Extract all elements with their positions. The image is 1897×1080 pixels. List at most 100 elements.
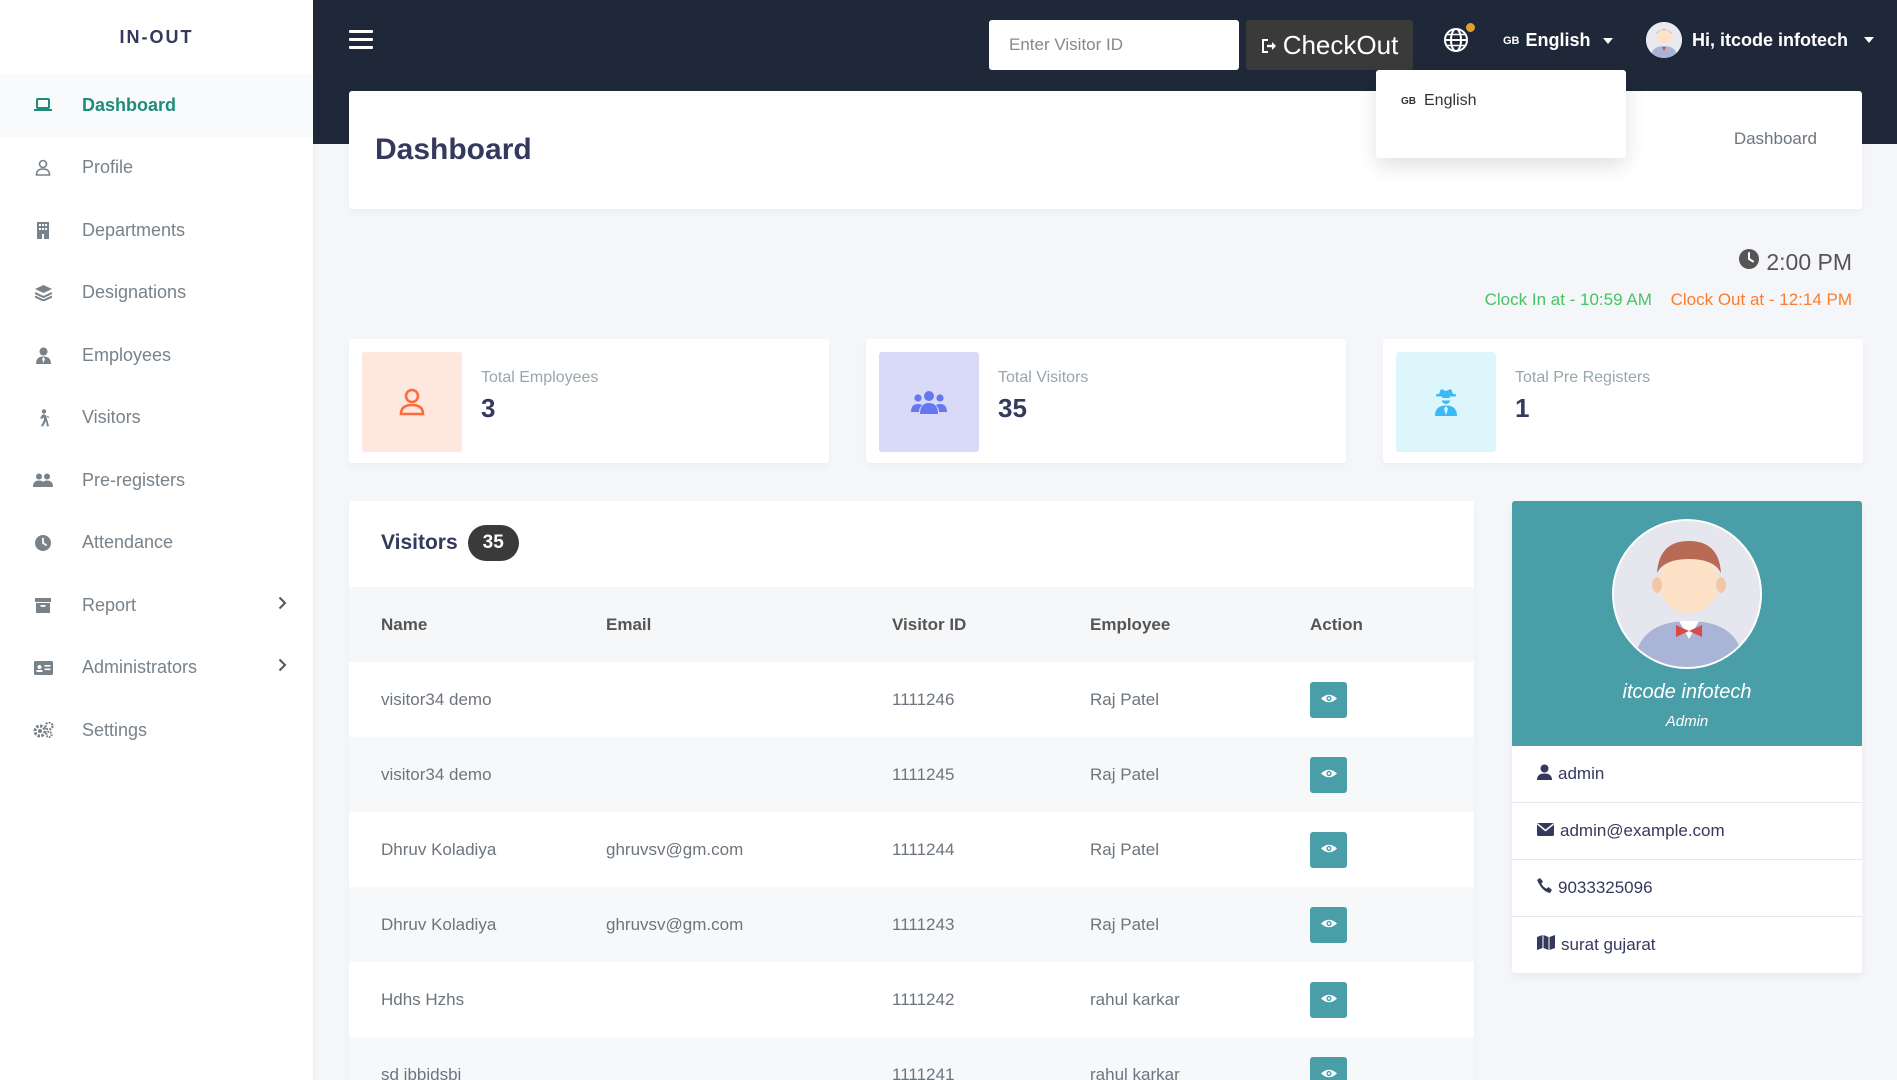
user-tie-icon [32, 344, 54, 366]
flag-gb-icon: GB [1503, 34, 1520, 47]
visitors-table: Name Email Visitor ID Employee Action vi… [349, 587, 1474, 1080]
sidebar-item-label: Departments [82, 219, 186, 240]
walking-icon [32, 407, 54, 429]
table-row: visitor34 demo 1111245 Raj Patel [349, 737, 1474, 812]
visitor-name: Dhruv Koladiya [381, 839, 497, 859]
stat-card-visitors[interactable]: Total Visitors 35 [866, 339, 1346, 463]
sidebar-item-profile[interactable]: Profile [0, 137, 313, 200]
visitor-email [606, 1037, 892, 1080]
current-time: 2:00 PM [1738, 248, 1852, 276]
brand-logo: IN-OUT [119, 26, 194, 47]
user-greeting: Hi, itcode infotech [1692, 29, 1849, 50]
checkout-button[interactable]: CheckOut [1246, 20, 1413, 70]
visitor-email [606, 662, 892, 737]
visitor-employee: rahul karkar [1090, 1064, 1180, 1080]
clock-icon [32, 532, 54, 554]
profile-address: surat gujarat [1561, 935, 1656, 954]
eye-icon [1320, 1067, 1337, 1080]
stat-card-pre-registers[interactable]: Total Pre Registers 1 [1383, 339, 1863, 463]
users-icon [32, 469, 54, 491]
eye-icon [1320, 842, 1337, 857]
table-row: sd jbbidsbi 1111241 rahul karkar [349, 1037, 1474, 1080]
visitor-name: sd jbbidsbi [381, 1064, 462, 1080]
sidebar: IN-OUT Dashboard Profile Departments Des… [0, 0, 313, 1080]
avatar [1646, 22, 1682, 58]
stat-label: Total Employees [481, 369, 599, 386]
view-button[interactable] [1310, 831, 1347, 868]
view-button[interactable] [1310, 981, 1347, 1018]
visitor-email: ghruvsv@gm.com [606, 914, 744, 934]
sidebar-item-settings[interactable]: Settings [0, 699, 313, 762]
profile-username-row: admin [1512, 746, 1862, 803]
column-header-email: Email [606, 614, 652, 634]
stat-value: 1 [1515, 393, 1530, 423]
archive-icon [32, 594, 54, 616]
sidebar-item-label: Dashboard [82, 94, 177, 115]
view-button[interactable] [1310, 1056, 1347, 1080]
sidebar-item-report[interactable]: Report [0, 574, 313, 637]
language-dropdown-toggle[interactable]: GB English [1503, 30, 1613, 51]
profile-card-header: itcode infotech Admin [1512, 501, 1862, 746]
user-menu-toggle[interactable]: Hi, itcode infotech [1646, 22, 1875, 58]
language-label: English [1525, 30, 1591, 50]
sidebar-item-departments[interactable]: Departments [0, 199, 313, 262]
column-header-employee: Employee [1090, 614, 1171, 634]
visitor-name: visitor34 demo [381, 764, 492, 784]
table-row: Hdhs Hzhs 1111242 rahul karkar [349, 962, 1474, 1037]
clock-in-time: Clock In at - 10:59 AM [1484, 290, 1652, 309]
visitor-employee: Raj Patel [1090, 914, 1159, 934]
language-option-label: English [1424, 92, 1477, 109]
menu-toggle-icon[interactable] [349, 30, 373, 50]
visitor-employee: Raj Patel [1090, 764, 1159, 784]
user-icon [362, 352, 462, 452]
cogs-icon [32, 719, 54, 741]
sidebar-item-dashboard[interactable]: Dashboard [0, 74, 313, 137]
visitor-name: visitor34 demo [381, 689, 492, 709]
sidebar-item-designations[interactable]: Designations [0, 262, 313, 325]
profile-email: admin@example.com [1560, 821, 1725, 840]
id-card-icon [32, 657, 54, 679]
profile-address-row: surat gujarat [1512, 917, 1862, 973]
language-option-english[interactable]: GB English [1376, 70, 1626, 110]
profile-username: admin [1558, 764, 1605, 783]
sidebar-item-administrators[interactable]: Administrators [0, 637, 313, 700]
visitor-employee: Raj Patel [1090, 839, 1159, 859]
section-header: Dashboard Dashboard [349, 91, 1862, 209]
stat-value: 3 [481, 393, 496, 423]
caret-down-icon [1864, 37, 1875, 43]
visitor-id: 1111242 [892, 989, 955, 1009]
visitor-name: Dhruv Koladiya [381, 914, 497, 934]
sidebar-item-label: Profile [82, 157, 134, 178]
visitor-email [606, 737, 892, 812]
visitor-employee: rahul karkar [1090, 989, 1180, 1009]
view-button[interactable] [1310, 906, 1347, 943]
sidebar-item-employees[interactable]: Employees [0, 324, 313, 387]
view-button[interactable] [1310, 756, 1347, 793]
visitors-header: Visitors 35 [381, 525, 519, 561]
clock-icon [1738, 248, 1760, 276]
column-header-visitor-id: Visitor ID [892, 614, 967, 634]
eye-icon [1320, 767, 1337, 782]
visitor-id: 1111245 [892, 764, 955, 784]
sidebar-item-attendance[interactable]: Attendance [0, 512, 313, 575]
flag-gb-icon: GB [1401, 95, 1416, 107]
sidebar-item-label: Pre-registers [82, 469, 186, 490]
stat-card-employees[interactable]: Total Employees 3 [349, 339, 829, 463]
globe-icon[interactable] [1443, 27, 1469, 53]
avatar [1612, 519, 1762, 669]
stat-label: Total Pre Registers [1515, 369, 1651, 386]
breadcrumb[interactable]: Dashboard [1734, 129, 1817, 149]
visitor-name: Hdhs Hzhs [381, 989, 465, 1009]
map-icon [1537, 935, 1555, 955]
clock-in-out: Clock In at - 10:59 AM Clock Out at - 12… [1485, 290, 1852, 310]
column-header-action: Action [1310, 614, 1363, 634]
visitor-id-input[interactable] [989, 20, 1239, 70]
user-icon [32, 157, 54, 179]
sidebar-item-pre-registers[interactable]: Pre-registers [0, 449, 313, 512]
sidebar-item-visitors[interactable]: Visitors [0, 387, 313, 450]
view-button[interactable] [1310, 681, 1347, 718]
language-dropdown-menu: GB English [1376, 70, 1626, 158]
visitor-id: 1111243 [892, 914, 955, 934]
sidebar-item-label: Designations [82, 282, 187, 303]
notification-dot [1466, 23, 1475, 32]
